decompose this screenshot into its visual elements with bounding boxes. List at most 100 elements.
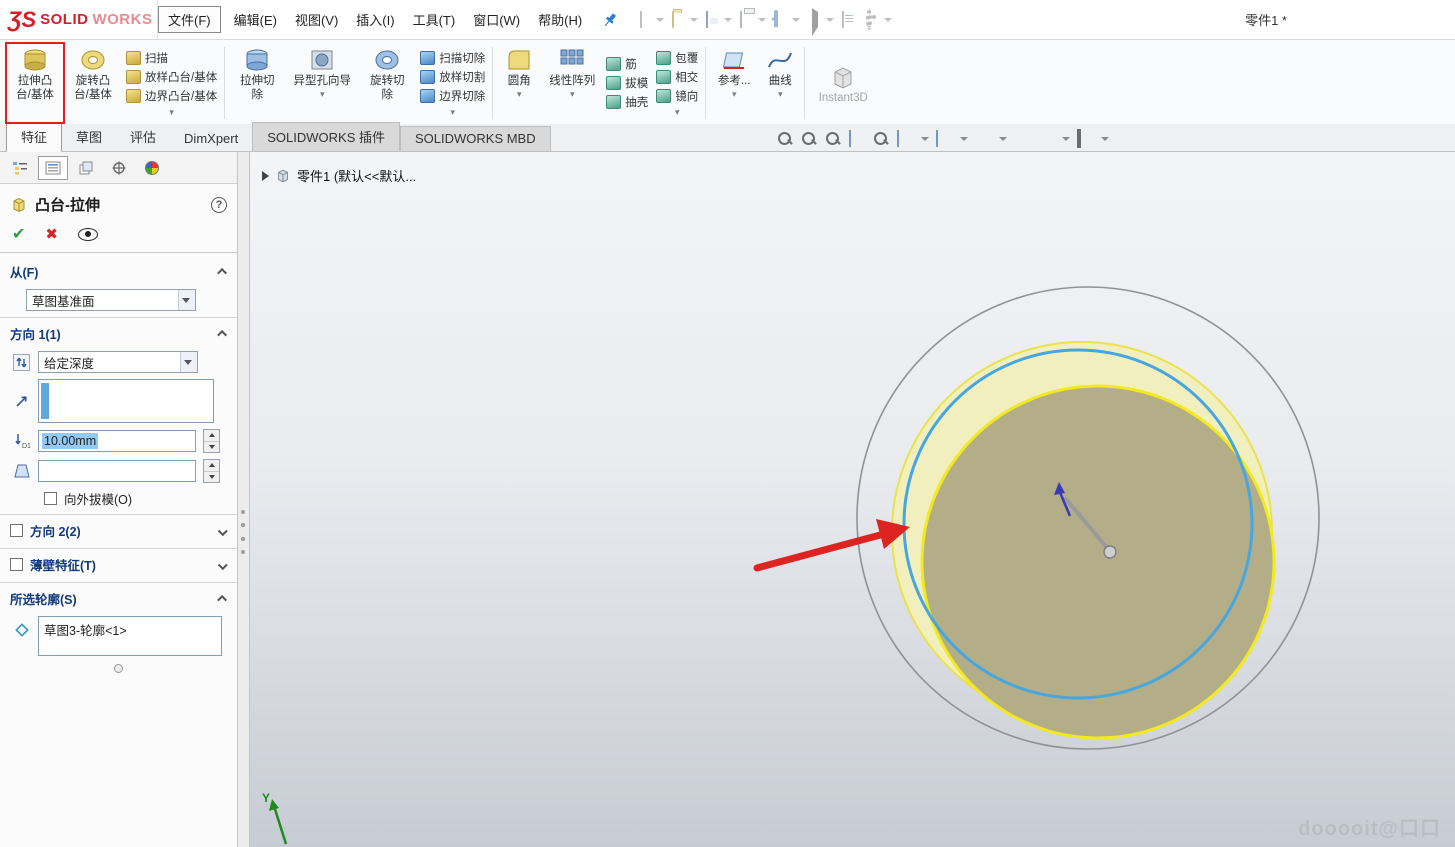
instant3d-button[interactable]: Instant3D <box>808 43 878 123</box>
extruded-cut-button[interactable]: 拉伸切 除 <box>228 43 286 123</box>
revolved-boss-button[interactable]: 旋转凸 台/基体 <box>64 43 122 123</box>
previous-view-icon[interactable] <box>825 131 842 147</box>
extruded-boss-button[interactable]: 拉伸凸 台/基体 <box>6 43 64 123</box>
menu-edit[interactable]: 编辑(E) <box>225 7 286 32</box>
chevron-down-icon[interactable] <box>126 108 217 116</box>
chevron-down-icon[interactable] <box>570 90 575 98</box>
from-condition-select[interactable]: 草图基准面 <box>26 289 196 311</box>
revolved-cut-button[interactable]: 旋转切 除 <box>358 43 416 123</box>
edit-appearance-icon[interactable] <box>1014 131 1031 147</box>
chevron-down-icon[interactable] <box>656 108 698 116</box>
intersect-button[interactable]: 相交 <box>656 69 698 85</box>
draft-angle-input[interactable] <box>38 460 196 482</box>
chevron-down-icon[interactable] <box>999 137 1007 141</box>
view-orientation-icon[interactable] <box>897 131 914 147</box>
panel-splitter[interactable] <box>238 152 250 847</box>
dropdown-button[interactable] <box>180 352 197 372</box>
tab-propertymanager[interactable] <box>38 156 68 180</box>
new-document-button[interactable] <box>635 9 667 31</box>
spin-up-icon[interactable] <box>204 430 219 442</box>
curves-button[interactable]: 曲线 <box>759 43 801 123</box>
zoom-to-area-icon[interactable] <box>801 131 818 147</box>
chevron-down-icon[interactable] <box>517 90 522 98</box>
selected-contours-listbox[interactable]: 草图3-轮廓<1> <box>38 616 222 656</box>
chevron-down-icon[interactable] <box>1062 137 1070 141</box>
spin-down-icon[interactable] <box>204 442 219 453</box>
tab-features[interactable]: 特征 <box>6 122 62 152</box>
open-button[interactable] <box>669 9 701 31</box>
selected-contour-item[interactable]: 草图3-轮廓<1> <box>44 620 127 639</box>
end-condition-select[interactable]: 给定深度 <box>38 351 198 373</box>
tab-configurationmanager[interactable] <box>71 156 101 180</box>
tab-featuremanager-tree[interactable] <box>5 156 35 180</box>
chevron-down-icon[interactable] <box>732 90 737 98</box>
tree-expand-arrow-icon[interactable] <box>262 171 269 181</box>
wrap-button[interactable]: 包覆 <box>656 50 698 66</box>
swept-cut-button[interactable]: 扫描切除 <box>420 50 485 66</box>
draft-button[interactable]: 拔模 <box>606 75 648 91</box>
help-icon[interactable] <box>211 197 227 213</box>
section-thin-feature-header[interactable]: 薄壁特征(T) <box>0 548 237 579</box>
draft-angle-spinner[interactable] <box>203 459 220 483</box>
reference-geometry-button[interactable]: 参考... <box>709 43 759 123</box>
draft-outward-checkbox[interactable] <box>44 492 57 505</box>
section-direction2-header[interactable]: 方向 2(2) <box>0 514 237 545</box>
tab-dimxpert[interactable]: DimXpert <box>170 127 252 151</box>
hole-wizard-button[interactable]: 异型孔向导 <box>286 43 358 123</box>
tree-root-label[interactable]: 零件1 (默认<<默认... <box>297 166 416 185</box>
chevron-down-icon[interactable] <box>1101 137 1109 141</box>
save-button[interactable] <box>703 9 735 31</box>
tab-evaluate[interactable]: 评估 <box>116 123 170 151</box>
chevron-down-icon[interactable] <box>320 90 325 98</box>
select-button[interactable] <box>805 9 837 31</box>
menu-view[interactable]: 视图(V) <box>286 7 347 32</box>
swept-boss-button[interactable]: 扫描 <box>126 50 217 66</box>
tab-dimxpertmanager[interactable] <box>104 156 134 180</box>
boundary-boss-button[interactable]: 边界凸台/基体 <box>126 88 217 104</box>
menu-insert[interactable]: 插入(I) <box>347 7 403 32</box>
ok-button[interactable] <box>12 224 25 244</box>
depth-spinner[interactable] <box>203 429 220 453</box>
chevron-down-icon[interactable] <box>960 137 968 141</box>
shell-button[interactable]: 抽壳 <box>606 94 648 110</box>
view-settings-icon[interactable] <box>1077 131 1094 147</box>
dropdown-button[interactable] <box>178 290 195 310</box>
direction2-checkbox[interactable] <box>10 524 23 537</box>
lofted-boss-button[interactable]: 放样凸台/基体 <box>126 69 217 85</box>
spin-up-icon[interactable] <box>204 460 219 472</box>
reverse-direction-button[interactable] <box>12 353 31 372</box>
depth-input[interactable]: 10.00mm <box>38 430 196 452</box>
tab-displaymanager[interactable] <box>137 156 167 180</box>
menu-help[interactable]: 帮助(H) <box>529 7 591 32</box>
print-button[interactable] <box>737 9 769 31</box>
cancel-button[interactable] <box>45 225 58 243</box>
tab-sketch[interactable]: 草图 <box>62 123 116 151</box>
lofted-cut-button[interactable]: 放样切割 <box>420 69 485 85</box>
rib-button[interactable]: 筋 <box>606 56 648 72</box>
menu-window[interactable]: 窗口(W) <box>464 7 529 32</box>
boundary-cut-button[interactable]: 边界切除 <box>420 88 485 104</box>
options-button[interactable] <box>863 9 895 31</box>
dynamic-annotation-icon[interactable] <box>873 131 890 147</box>
panel-resize-handle[interactable] <box>114 664 123 673</box>
linear-pattern-button[interactable]: 线性阵列 <box>542 43 602 123</box>
menu-file[interactable]: 文件(F) <box>158 6 221 33</box>
spin-down-icon[interactable] <box>204 472 219 483</box>
tab-solidworks-mbd[interactable]: SOLIDWORKS MBD <box>400 126 551 151</box>
hide-show-items-icon[interactable] <box>975 131 992 147</box>
direction-reference-input[interactable] <box>38 379 214 423</box>
section-direction1-header[interactable]: 方向 1(1) <box>0 317 237 348</box>
mirror-button[interactable]: 镜向 <box>656 88 698 104</box>
graphics-viewport[interactable]: 零件1 (默认<<默认... <box>250 152 1455 847</box>
preview-eye-icon[interactable] <box>78 228 98 241</box>
chevron-down-icon[interactable] <box>420 108 485 116</box>
undo-button[interactable] <box>771 9 803 31</box>
fillet-button[interactable]: 圆角 <box>496 43 542 123</box>
section-selected-contours-header[interactable]: 所选轮廓(S) <box>0 582 237 613</box>
section-view-icon[interactable] <box>849 131 866 147</box>
section-from-header[interactable]: 从(F) <box>0 256 237 286</box>
menu-tools[interactable]: 工具(T) <box>404 7 465 32</box>
tab-solidworks-addins[interactable]: SOLIDWORKS 插件 <box>252 122 400 151</box>
chevron-down-icon[interactable] <box>778 90 783 98</box>
file-properties-button[interactable] <box>839 9 861 31</box>
